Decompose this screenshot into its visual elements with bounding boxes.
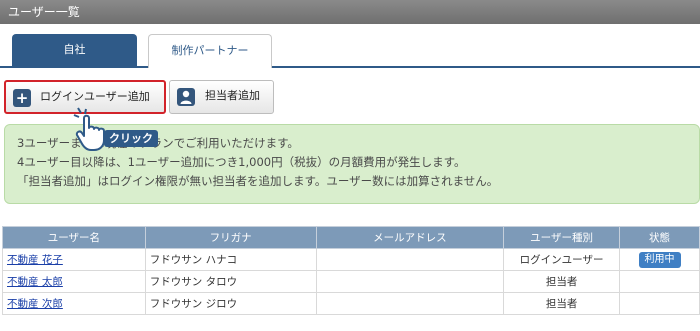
page-title: ユーザー一覧 bbox=[8, 5, 80, 19]
column-header-username: ユーザー名 bbox=[2, 226, 146, 249]
add-manager-label: 担当者追加 bbox=[205, 89, 260, 102]
person-icon bbox=[177, 88, 195, 106]
notice-line: 4ユーザー目以降は、1ユーザー追加につき1,000円（税抜）の月額費用が発生しま… bbox=[17, 155, 466, 169]
status-cell bbox=[619, 292, 700, 315]
user-type-cell: 担当者 bbox=[503, 292, 621, 315]
column-header-furigana: フリガナ bbox=[144, 226, 317, 249]
column-header-status: 状態 bbox=[619, 226, 700, 249]
users-table: ユーザー名 フリガナ メールアドレス ユーザー種別 状態 不動産 花子 フドウサ… bbox=[2, 226, 700, 315]
tab-production-partner[interactable]: 制作パートナー bbox=[148, 34, 272, 68]
click-annotation: クリック bbox=[104, 130, 158, 147]
table-header-row: ユーザー名 フリガナ メールアドレス ユーザー種別 状態 bbox=[2, 226, 700, 249]
user-name-link[interactable]: 不動産 次郎 bbox=[7, 298, 63, 310]
page-header: ユーザー一覧 bbox=[0, 0, 700, 24]
user-type-cell: 担当者 bbox=[503, 270, 621, 293]
table-row: 不動産 次郎 フドウサン ジロウ 担当者 bbox=[2, 292, 700, 315]
tab-bar: 自社 制作パートナー bbox=[0, 24, 700, 68]
add-manager-button[interactable]: 担当者追加 bbox=[169, 80, 274, 114]
column-header-user-type: ユーザー種別 bbox=[503, 226, 621, 249]
email-cell bbox=[315, 292, 505, 315]
furigana-cell: フドウサン タロウ bbox=[144, 270, 317, 293]
user-name-link[interactable]: 不動産 太郎 bbox=[7, 276, 63, 288]
table-row: 不動産 花子 フドウサン ハナコ ログインユーザー 利用中 bbox=[2, 248, 700, 271]
user-type-cell: ログインユーザー bbox=[503, 248, 621, 271]
plus-icon: + bbox=[13, 89, 31, 107]
status-badge: 利用中 bbox=[638, 251, 681, 268]
user-name-link[interactable]: 不動産 花子 bbox=[7, 254, 63, 266]
furigana-cell: フドウサン ジロウ bbox=[144, 292, 317, 315]
table-row: 不動産 太郎 フドウサン タロウ 担当者 bbox=[2, 270, 700, 293]
notice-line: 「担当者追加」はログイン権限が無い担当者を追加します。ユーザー数には加算されませ… bbox=[17, 174, 499, 188]
email-cell bbox=[315, 270, 505, 293]
status-cell bbox=[619, 270, 700, 293]
email-cell bbox=[315, 248, 505, 271]
column-header-email: メールアドレス bbox=[315, 226, 505, 249]
tab-own-company[interactable]: 自社 bbox=[12, 34, 137, 68]
furigana-cell: フドウサン ハナコ bbox=[144, 248, 317, 271]
